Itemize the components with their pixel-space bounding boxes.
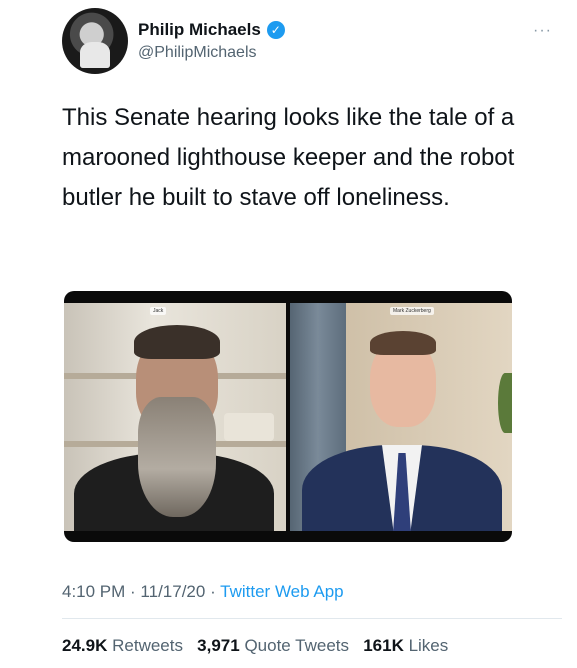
plant — [498, 373, 512, 433]
video-panel-right: Mark Zuckerberg — [290, 303, 512, 531]
author-name-row: Philip Michaels ✓ — [138, 20, 285, 40]
retweets-stat[interactable]: 24.9K Retweets — [62, 636, 183, 655]
author-display-name[interactable]: Philip Michaels — [138, 20, 261, 40]
tweet-meta: 4:10 PM · 11/17/20 · Twitter Web App — [62, 582, 344, 602]
tweet-stats: 24.9K Retweets 3,971 Quote Tweets 161K L… — [62, 636, 448, 656]
bowls — [224, 413, 274, 441]
video-name-tag: Jack — [150, 307, 167, 315]
meta-separator: · — [205, 582, 221, 601]
meta-separator: · — [125, 582, 141, 601]
tweet-date[interactable]: 11/17/20 — [140, 582, 205, 601]
person-hair — [370, 331, 436, 355]
tweet-text: This Senate hearing looks like the tale … — [62, 104, 515, 211]
likes-stat[interactable]: 161K Likes — [363, 636, 448, 655]
likes-count: 161K — [363, 636, 404, 655]
quote-tweets-stat[interactable]: 3,971 Quote Tweets — [197, 636, 349, 655]
verified-badge-icon: ✓ — [266, 21, 285, 39]
divider — [62, 618, 562, 619]
tweet-header: Philip Michaels ✓ @PhilipMichaels ··· — [62, 8, 562, 78]
tweet-source-app[interactable]: Twitter Web App — [220, 582, 343, 601]
quote-tweets-label: Quote Tweets — [244, 636, 350, 655]
retweets-label: Retweets — [112, 636, 183, 655]
tweet-media-image[interactable]: Jack Mark Zuckerberg — [64, 291, 512, 542]
avatar[interactable] — [62, 8, 128, 74]
author-handle[interactable]: @PhilipMichaels — [138, 44, 257, 62]
likes-label: Likes — [408, 636, 449, 655]
video-panel-left: Jack — [64, 303, 286, 531]
person-hair — [134, 325, 220, 359]
video-name-tag: Mark Zuckerberg — [390, 307, 434, 315]
tweet-time[interactable]: 4:10 PM — [62, 582, 125, 601]
more-options-icon[interactable]: ··· — [533, 22, 552, 40]
quote-tweets-count: 3,971 — [197, 636, 240, 655]
beard — [138, 397, 216, 517]
retweets-count: 24.9K — [62, 636, 108, 655]
